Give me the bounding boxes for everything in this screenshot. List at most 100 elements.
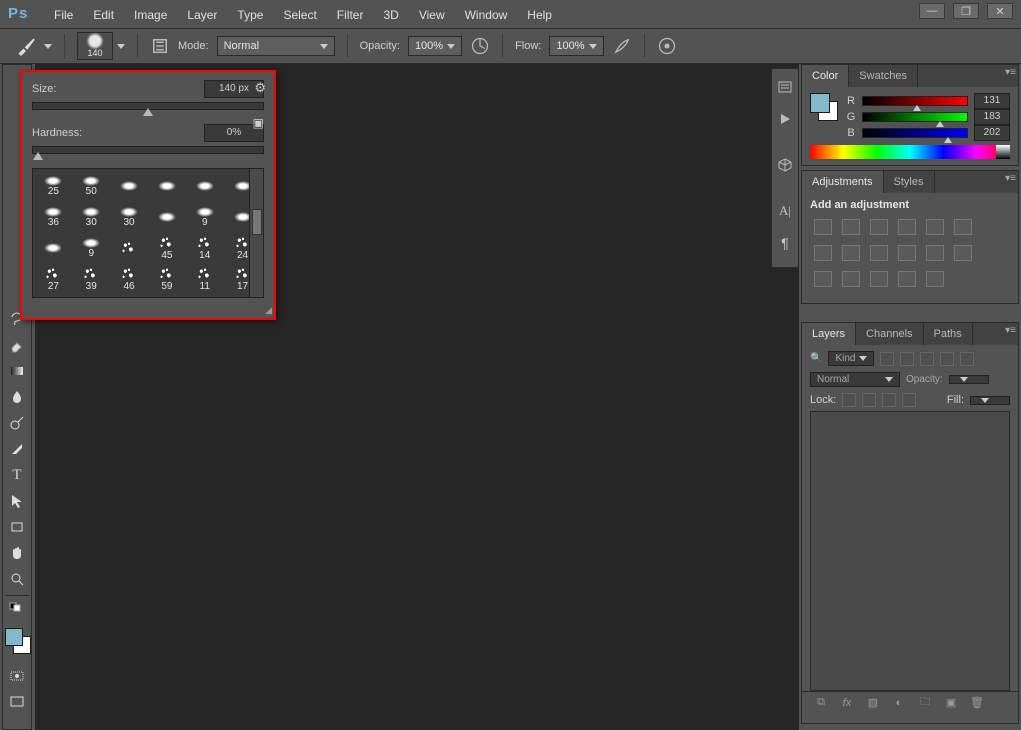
tab-layers[interactable]: Layers [802,323,856,345]
b-slider[interactable] [862,128,968,138]
brush-preset-cell[interactable]: 46 [111,264,148,294]
filter-type-icon[interactable] [920,352,934,366]
foreground-color-swatch[interactable] [5,628,23,646]
link-layers-icon[interactable]: ⧉ [814,696,828,710]
tab-color[interactable]: Color [802,65,849,87]
new-layer-icon[interactable]: ▣ [944,696,958,710]
layer-blend-dropdown[interactable]: Normal [810,372,900,387]
exposure-icon[interactable] [898,219,916,235]
lock-pixels-icon[interactable] [862,393,876,407]
menu-3d[interactable]: 3D [373,4,408,26]
layer-mask-icon[interactable]: ▧ [866,696,880,710]
flow-field[interactable]: 100% [549,36,603,56]
hue-icon[interactable] [954,219,972,235]
tab-adjustments[interactable]: Adjustments [802,171,884,193]
color-swatches[interactable] [5,628,31,654]
airbrush-icon[interactable] [612,36,632,56]
brush-preset-cell[interactable]: 39 [73,264,110,294]
layer-fill-field[interactable] [970,396,1010,405]
brush-preset-cell[interactable] [111,171,148,201]
layers-list[interactable] [810,411,1010,691]
brush-preset-cell[interactable]: 27 [35,264,72,294]
layer-filter-kind[interactable]: Kind [828,351,874,366]
tab-channels[interactable]: Channels [856,323,923,345]
posterize-icon[interactable] [954,245,972,261]
opacity-pressure-icon[interactable] [470,36,490,56]
channel-mixer-icon[interactable] [870,245,888,261]
brush-preset-cell[interactable]: 45 [148,233,185,263]
brush-preset-cell[interactable]: 50 [73,171,110,201]
type-tool-icon[interactable]: T [4,463,30,487]
r-slider[interactable] [862,96,968,106]
adjust-extra2-icon[interactable] [926,271,944,287]
blend-mode-dropdown[interactable]: Normal [217,36,335,56]
lock-trans-icon[interactable] [842,393,856,407]
r-value[interactable]: 131 [974,93,1010,109]
brush-preset-cell[interactable]: 9 [186,202,223,232]
dodge-tool-icon[interactable] [4,411,30,435]
character-icon[interactable]: A| [773,199,797,223]
new-group-icon[interactable]: 🗀 [918,696,932,710]
brush-preset-cell[interactable]: 30 [73,202,110,232]
opacity-field[interactable]: 100% [408,36,462,56]
brush-preset-cell[interactable] [35,233,72,263]
layer-opacity-field[interactable] [949,375,989,384]
eraser-tool-icon[interactable] [4,333,30,357]
default-colors-icon[interactable] [4,600,30,614]
bw-icon[interactable] [814,245,832,261]
panel-menu-icon[interactable]: ▾≡ [1005,67,1016,78]
b-value[interactable]: 202 [974,125,1010,141]
menu-type[interactable]: Type [227,4,273,26]
brush-preset-cell[interactable]: 14 [186,233,223,263]
gradient-tool-icon[interactable] [4,359,30,383]
tool-preset-dropdown-icon[interactable] [44,44,52,49]
brush-preset-cell[interactable]: 30 [111,202,148,232]
invert-icon[interactable] [926,245,944,261]
brush-preset-picker[interactable]: 140 [77,32,113,60]
brightness-icon[interactable] [814,219,832,235]
menu-edit[interactable]: Edit [83,4,124,26]
resize-grip-icon[interactable]: ◢ [265,305,272,316]
tab-paths[interactable]: Paths [924,323,973,345]
brush-panel-toggle-icon[interactable] [150,36,170,56]
window-maximize-button[interactable]: ❐ [953,3,979,19]
paragraph-icon[interactable]: ¶ [773,231,797,255]
hand-tool-icon[interactable] [4,541,30,565]
menu-file[interactable]: File [44,4,83,26]
brush-preset-cell[interactable]: 25 [35,171,72,201]
gradient-map-icon[interactable] [842,271,860,287]
filter-adjust-icon[interactable] [900,352,914,366]
vibrance-icon[interactable] [926,219,944,235]
tab-styles[interactable]: Styles [884,171,935,193]
threshold-icon[interactable] [814,271,832,287]
3d-icon[interactable] [773,153,797,177]
menu-window[interactable]: Window [455,4,518,26]
brush-preset-cell[interactable]: 9 [73,233,110,263]
panel-menu-icon[interactable]: ▾≡ [1005,173,1016,184]
filter-smart-icon[interactable] [960,352,974,366]
hardness-slider[interactable] [32,146,264,154]
window-close-button[interactable]: ✕ [987,3,1013,19]
levels-icon[interactable] [842,219,860,235]
g-value[interactable]: 183 [974,109,1010,125]
brush-preset-cell[interactable] [186,171,223,201]
menu-help[interactable]: Help [517,4,562,26]
new-preset-icon[interactable]: ▣ [253,116,264,130]
menu-filter[interactable]: Filter [327,4,374,26]
rectangle-tool-icon[interactable] [4,515,30,539]
brush-preset-cell[interactable] [148,171,185,201]
actions-play-icon[interactable] [773,107,797,131]
lock-position-icon[interactable] [882,393,896,407]
curves-icon[interactable] [870,219,888,235]
history-icon[interactable] [773,75,797,99]
quickmask-icon[interactable] [4,664,30,688]
path-select-tool-icon[interactable] [4,489,30,513]
blur-tool-icon[interactable] [4,385,30,409]
size-pressure-icon[interactable] [657,36,677,56]
tab-swatches[interactable]: Swatches [849,65,918,87]
color-lookup-icon[interactable] [898,245,916,261]
gear-icon[interactable]: ⚙ [254,80,266,96]
brush-preset-cell[interactable]: 11 [186,264,223,294]
selective-color-icon[interactable] [870,271,888,287]
screen-mode-icon[interactable] [4,690,30,714]
